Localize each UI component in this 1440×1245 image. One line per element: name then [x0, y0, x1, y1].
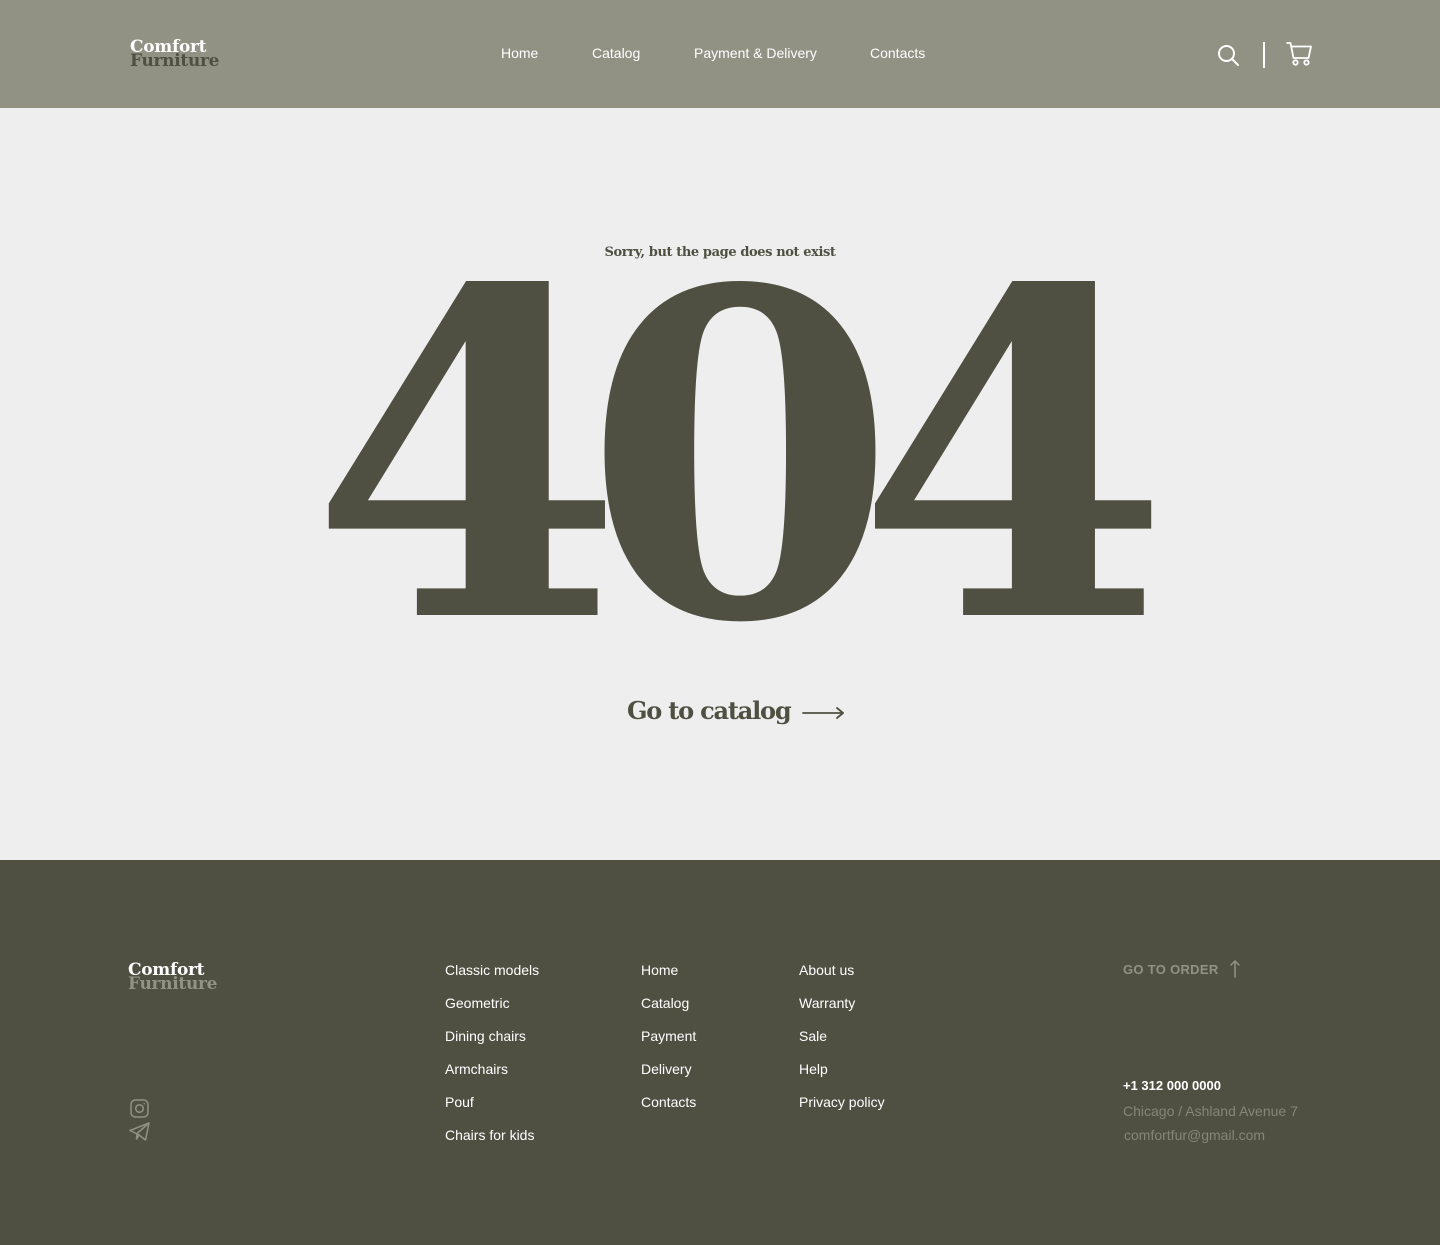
footer-info-links: About us Warranty Sale Help Privacy poli…: [799, 962, 885, 1127]
footer-link-chairs-for-kids[interactable]: Chairs for kids: [445, 1127, 534, 1143]
footer-link-warranty[interactable]: Warranty: [799, 995, 855, 1011]
footer-logo[interactable]: Comfort Furniture: [128, 962, 218, 994]
footer-link-about-us[interactable]: About us: [799, 962, 854, 978]
telegram-icon[interactable]: [129, 1122, 150, 1141]
go-to-catalog-link[interactable]: Go to catalog: [627, 696, 846, 725]
arrow-up-icon: [1229, 960, 1240, 978]
nav-item-home[interactable]: Home: [501, 45, 538, 61]
nav-item-catalog[interactable]: Catalog: [592, 45, 640, 61]
footer-link-armchairs[interactable]: Armchairs: [445, 1061, 508, 1077]
footer-link-catalog[interactable]: Catalog: [641, 995, 689, 1011]
nav-item-payment-delivery[interactable]: Payment & Delivery: [694, 45, 817, 61]
contact-email[interactable]: comfortfur@gmail.com: [1124, 1127, 1265, 1143]
footer-link-classic-models[interactable]: Classic models: [445, 962, 539, 978]
footer-link-geometric[interactable]: Geometric: [445, 995, 510, 1011]
footer-logo-line-2: Furniture: [128, 974, 218, 994]
contact-phone[interactable]: +1 312 000 0000: [1123, 1078, 1221, 1093]
footer-catalog-links: Classic models Geometric Dining chairs A…: [445, 962, 539, 1160]
site-header: Comfort Furniture Home Catalog Payment &…: [0, 0, 1440, 108]
go-to-order-button[interactable]: GO TO ORDER: [1123, 960, 1241, 978]
cart-icon[interactable]: [1286, 41, 1312, 67]
site-footer: Comfort Furniture Classic models Geometr…: [0, 860, 1440, 1245]
arrow-right-icon: [802, 706, 845, 719]
footer-link-pouf[interactable]: Pouf: [445, 1094, 474, 1110]
header-divider: [1263, 42, 1265, 68]
search-icon[interactable]: [1216, 43, 1240, 67]
footer-link-sale[interactable]: Sale: [799, 1028, 827, 1044]
main-content: Sorry, but the page does not exist 404 G…: [0, 108, 1440, 860]
footer-link-contacts[interactable]: Contacts: [641, 1094, 696, 1110]
footer-link-home[interactable]: Home: [641, 962, 678, 978]
footer-link-help[interactable]: Help: [799, 1061, 828, 1077]
footer-link-payment[interactable]: Payment: [641, 1028, 696, 1044]
go-to-catalog-label: Go to catalog: [627, 696, 792, 725]
footer-site-links: Home Catalog Payment Delivery Contacts: [641, 962, 696, 1127]
instagram-icon[interactable]: [130, 1099, 149, 1118]
contact-address: Chicago / Ashland Avenue 7: [1123, 1103, 1298, 1119]
footer-link-privacy-policy[interactable]: Privacy policy: [799, 1094, 885, 1110]
error-code: 404: [310, 193, 1169, 722]
footer-link-dining-chairs[interactable]: Dining chairs: [445, 1028, 526, 1044]
go-to-order-label: GO TO ORDER: [1123, 961, 1219, 977]
footer-link-delivery[interactable]: Delivery: [641, 1061, 692, 1077]
nav-item-contacts[interactable]: Contacts: [870, 45, 925, 61]
